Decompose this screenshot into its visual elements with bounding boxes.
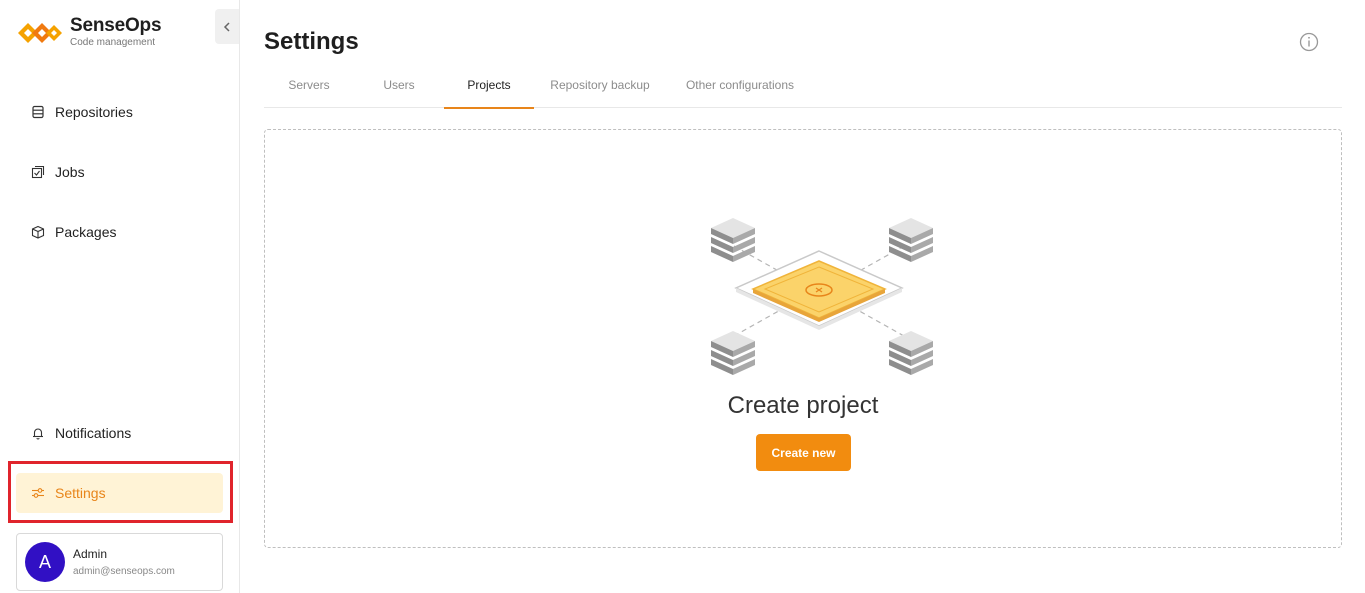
create-new-button[interactable]: Create new [756,434,851,471]
user-profile-card[interactable]: A Admin admin@senseops.com [16,533,223,591]
sidebar-item-label: Repositories [55,104,133,120]
sidebar-item-notifications[interactable]: Notifications [16,413,223,453]
tab-projects[interactable]: Projects [444,62,534,109]
sidebar-item-label: Notifications [55,425,132,441]
empty-state-panel: Create project Create new [264,129,1342,548]
brand-text: SenseOps Code management [70,15,162,49]
tab-users[interactable]: Users [354,62,444,108]
info-icon[interactable] [1299,32,1319,52]
main-content: Settings Servers Users Projects Reposito… [240,0,1365,593]
project-network-illustration [711,218,933,375]
tab-repository-backup[interactable]: Repository backup [534,62,666,108]
bell-icon [30,425,46,441]
user-info: Admin admin@senseops.com [73,546,175,579]
sidebar-item-label: Jobs [55,164,85,180]
chevron-left-icon [223,21,230,32]
tab-other-configurations[interactable]: Other configurations [666,62,814,108]
sidebar-item-label: Settings [55,485,106,501]
jobs-icon [30,164,46,180]
brand-subtitle: Code management [70,37,156,48]
sidebar-item-jobs[interactable]: Jobs [16,152,223,192]
page-title: Settings [264,28,359,55]
app-root: SenseOps Code management Repositories Jo… [0,0,1365,593]
settings-tabs: Servers Users Projects Repository backup… [264,62,1342,109]
avatar: A [25,542,65,582]
sidebar: SenseOps Code management Repositories Jo… [0,0,240,593]
sidebar-item-packages[interactable]: Packages [16,212,223,252]
sidebar-item-settings[interactable]: Settings [16,473,223,513]
user-name: Admin [73,546,108,561]
sidebar-item-repositories[interactable]: Repositories [16,92,223,132]
package-icon [30,224,46,240]
sidebar-item-label: Packages [55,224,117,240]
tab-servers[interactable]: Servers [264,62,354,108]
brand-name: SenseOps [70,15,162,36]
database-icon [30,104,46,120]
sliders-icon [30,485,46,501]
brand[interactable]: SenseOps Code management [16,15,162,49]
sidebar-collapse-button[interactable] [215,9,239,44]
senseops-logo-icon [18,22,62,43]
user-email: admin@senseops.com [73,565,175,577]
empty-state-title: Create project [727,392,879,419]
